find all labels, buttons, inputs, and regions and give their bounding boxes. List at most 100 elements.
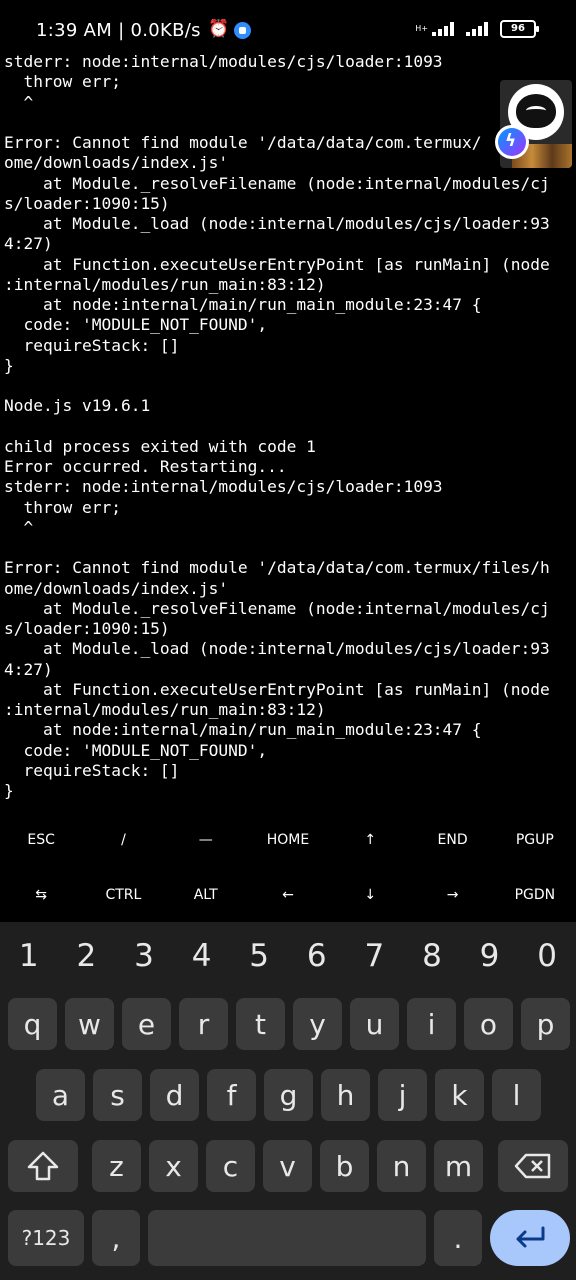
extra-key[interactable]: / — [82, 812, 164, 867]
period-key[interactable]: . — [434, 1210, 482, 1266]
letter-key[interactable]: j — [378, 1069, 427, 1121]
letter-key[interactable]: x — [149, 1140, 198, 1192]
extra-key[interactable]: PGDN — [494, 867, 576, 922]
backspace-key[interactable] — [498, 1140, 568, 1192]
letter-key[interactable]: g — [264, 1069, 313, 1121]
letter-key[interactable]: q — [8, 998, 57, 1050]
number-key[interactable]: 1 — [0, 922, 58, 990]
number-key[interactable]: 0 — [518, 922, 576, 990]
letter-key[interactable]: f — [207, 1069, 256, 1121]
extra-key[interactable]: HOME — [247, 812, 329, 867]
extra-keys-bar: ESC / — HOME ↑ END PGUP ⇆ CTRL ALT ← ↓ → PGDN — [0, 812, 576, 922]
terminal-line: throw err; — [4, 497, 121, 517]
terminal-line: 4:27) — [4, 659, 53, 679]
letter-key[interactable]: s — [93, 1069, 142, 1121]
terminal-line: 4:27) — [4, 234, 53, 254]
messenger-icon[interactable] — [495, 125, 529, 159]
terminal-line: ome/downloads/index.js' — [4, 578, 229, 598]
terminal-line: at node:internal/main/run_main_module:23… — [4, 720, 482, 740]
extra-key[interactable]: ← — [247, 867, 329, 922]
extra-key[interactable]: — — [165, 812, 247, 867]
keyboard-number-row: 1234567890 — [0, 922, 576, 990]
terminal-line: Error: Cannot find module '/data/data/co… — [4, 558, 550, 578]
terminal-line: stderr: node:internal/modules/cjs/loader… — [4, 477, 443, 497]
terminal-line: at Module._resolveFilename (node:interna… — [4, 173, 550, 193]
status-bar: 1:39 AM | 0.0KB/s ⏰ H+ 96 — [0, 0, 576, 56]
letter-key[interactable]: y — [293, 998, 342, 1050]
enter-icon — [516, 1226, 545, 1248]
terminal-line: s/loader:1090:15) — [4, 193, 170, 213]
comma-key[interactable]: , — [92, 1210, 140, 1266]
terminal-line: Error: Cannot find module '/data/data/co… — [4, 133, 482, 152]
number-key[interactable]: 6 — [288, 922, 346, 990]
terminal-line: } — [4, 781, 14, 800]
letter-key[interactable]: b — [320, 1140, 369, 1192]
network-type-label: H+ — [415, 24, 428, 33]
status-indicators: H+ 96 — [415, 20, 539, 38]
terminal-line: code: 'MODULE_NOT_FOUND', — [4, 315, 268, 335]
terminal-line: at Module._load (node:internal/modules/c… — [4, 214, 550, 233]
terminal-line: :internal/modules/run_main:83:12) — [4, 700, 326, 719]
extra-key[interactable]: END — [411, 812, 493, 867]
letter-key[interactable]: i — [407, 998, 456, 1050]
extra-key[interactable]: ⇆ — [0, 867, 82, 922]
alarm-clock-icon: ⏰ — [208, 19, 230, 39]
extra-key[interactable]: ESC — [0, 812, 82, 867]
extra-key[interactable]: ↑ — [329, 812, 411, 867]
space-key[interactable] — [148, 1210, 426, 1266]
number-key[interactable]: 8 — [403, 922, 461, 990]
terminal-line: } — [4, 355, 14, 375]
backspace-icon — [514, 1153, 551, 1179]
shift-key[interactable] — [8, 1140, 78, 1192]
extra-key[interactable]: CTRL — [82, 867, 164, 922]
number-key[interactable]: 2 — [58, 922, 116, 990]
letter-key[interactable]: h — [321, 1069, 370, 1121]
terminal-line: :internal/modules/run_main:83:12) — [4, 274, 326, 294]
letter-key[interactable]: m — [434, 1140, 483, 1192]
enter-key[interactable] — [490, 1210, 570, 1266]
number-key[interactable]: 4 — [173, 922, 231, 990]
extra-key[interactable]: PGUP — [494, 812, 576, 867]
letter-key[interactable]: t — [236, 998, 285, 1050]
number-key[interactable]: 5 — [230, 922, 288, 990]
number-key[interactable]: 9 — [461, 922, 519, 990]
letter-key[interactable]: o — [464, 998, 513, 1050]
terminal-line: ome/downloads/index.js' — [4, 153, 229, 173]
signal-icon-2 — [466, 22, 492, 36]
letter-key[interactable]: w — [65, 998, 114, 1050]
terminal-line: s/loader:1090:15) — [4, 619, 170, 638]
letter-key[interactable]: p — [521, 998, 570, 1050]
letter-key[interactable]: k — [435, 1069, 484, 1121]
letter-key[interactable]: c — [206, 1140, 255, 1192]
number-key[interactable]: 3 — [115, 922, 173, 990]
extra-key[interactable]: → — [411, 867, 493, 922]
extra-key[interactable]: ↓ — [329, 867, 411, 922]
letter-key[interactable]: u — [350, 998, 399, 1050]
status-time-speed: 1:39 AM | 0.0KB/s — [36, 20, 201, 41]
terminal-line: requireStack: [] — [4, 335, 180, 355]
letter-key[interactable]: r — [179, 998, 228, 1050]
terminal-line: requireStack: [] — [4, 760, 180, 780]
letter-key[interactable]: n — [377, 1140, 426, 1192]
signal-icon — [432, 22, 458, 36]
letter-key[interactable]: d — [150, 1069, 199, 1121]
battery-icon: 96 — [500, 20, 539, 38]
letter-key[interactable]: z — [92, 1140, 141, 1192]
terminal-line: at Module._resolveFilename (node:interna… — [4, 598, 550, 618]
letter-key[interactable]: a — [36, 1069, 85, 1121]
letter-key[interactable]: e — [122, 998, 171, 1050]
number-key[interactable]: 7 — [346, 922, 404, 990]
terminal-line: Node.js v19.6.1 — [4, 396, 151, 416]
notification-app-icon — [234, 22, 251, 39]
symbols-key[interactable]: ?123 — [8, 1210, 84, 1266]
letter-key[interactable]: l — [492, 1069, 541, 1121]
letter-key[interactable]: v — [263, 1140, 312, 1192]
extra-key[interactable]: ALT — [165, 867, 247, 922]
terminal-line: ^ — [4, 92, 34, 112]
terminal-output[interactable]: stderr: node:internal/modules/cjs/loader… — [4, 52, 576, 812]
terminal-line: at Module._load (node:internal/modules/c… — [4, 639, 550, 659]
